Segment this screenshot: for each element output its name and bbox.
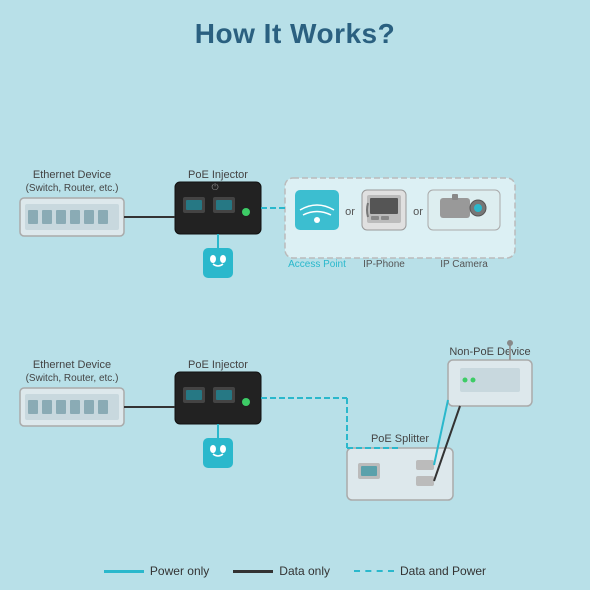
svg-text:Ethernet Device: Ethernet Device (33, 169, 111, 181)
legend-data: Data only (233, 564, 330, 578)
svg-text:PoE Splitter: PoE Splitter (371, 433, 429, 445)
data-label: Data only (279, 564, 330, 578)
svg-text:PoE Injector: PoE Injector (188, 359, 248, 371)
svg-text:(Switch, Router, etc.): (Switch, Router, etc.) (26, 373, 119, 384)
svg-text:Non-PoE Device: Non-PoE Device (449, 346, 530, 358)
svg-text:IP Camera: IP Camera (440, 259, 488, 270)
power-line-icon (104, 570, 144, 573)
legend-power: Power only (104, 564, 209, 578)
svg-text:IP-Phone: IP-Phone (363, 259, 405, 270)
svg-text:PoE Injector: PoE Injector (188, 169, 248, 181)
page-title: How It Works? (0, 0, 590, 50)
data-line-icon (233, 570, 273, 573)
data-power-label: Data and Power (400, 564, 486, 578)
legend-data-power: Data and Power (354, 564, 486, 578)
data-power-line-icon (354, 570, 394, 572)
svg-text:Access Point: Access Point (288, 259, 346, 270)
svg-text:(Switch, Router, etc.): (Switch, Router, etc.) (26, 183, 119, 194)
diagram: Ethernet Device (Switch, Router, etc.) P… (0, 60, 590, 540)
svg-text:or: or (413, 206, 423, 218)
svg-text:Ethernet Device: Ethernet Device (33, 359, 111, 371)
svg-text:⏻: ⏻ (211, 182, 218, 192)
svg-text:or: or (345, 206, 355, 218)
power-label: Power only (150, 564, 209, 578)
legend: Power only Data only Data and Power (0, 564, 590, 578)
